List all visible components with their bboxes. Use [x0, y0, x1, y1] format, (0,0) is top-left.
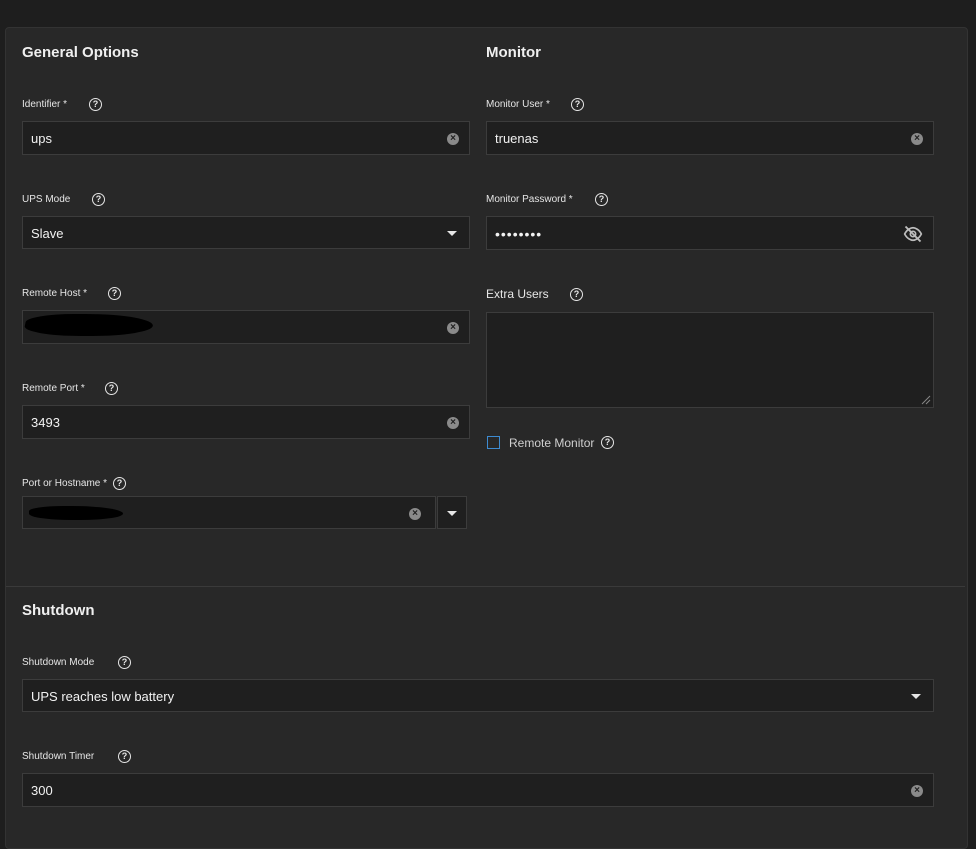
shutdown-mode-value: UPS reaches low battery: [31, 689, 175, 704]
shutdown-timer-label: Shutdown Timer: [22, 751, 95, 762]
port-or-hostname-dropdown-button[interactable]: [437, 496, 467, 529]
ups-mode-label: UPS Mode: [22, 194, 71, 205]
identifier-value: ups: [31, 131, 52, 146]
general-options-title: General Options: [22, 44, 139, 61]
identifier-clear-icon[interactable]: ×: [447, 133, 459, 145]
shutdown-timer-help-icon[interactable]: ?: [118, 750, 131, 763]
remote-host-clear-icon[interactable]: ×: [447, 322, 459, 334]
ups-mode-help-icon[interactable]: ?: [92, 193, 105, 206]
monitor-user-help-icon[interactable]: ?: [571, 98, 584, 111]
eye-off-icon[interactable]: [903, 224, 923, 244]
remote-monitor-label[interactable]: Remote Monitor: [509, 436, 594, 450]
port-or-hostname-clear-icon[interactable]: ×: [409, 508, 421, 520]
remote-host-help-icon[interactable]: ?: [108, 287, 121, 300]
remote-port-clear-icon[interactable]: ×: [447, 417, 459, 429]
remote-host-label: Remote Host *: [22, 288, 88, 299]
remote-port-value: 3493: [31, 415, 60, 430]
monitor-user-clear-icon[interactable]: ×: [911, 133, 923, 145]
extra-users-label: Extra Users: [486, 287, 549, 301]
monitor-password-help-icon[interactable]: ?: [595, 193, 608, 206]
monitor-password-label: Monitor Password *: [486, 194, 573, 205]
shutdown-mode-help-icon[interactable]: ?: [118, 656, 131, 669]
identifier-input[interactable]: ups ×: [22, 121, 470, 155]
remote-port-label: Remote Port *: [22, 383, 85, 394]
identifier-help-icon[interactable]: ?: [89, 98, 102, 111]
remote-port-input[interactable]: 3493 ×: [22, 405, 470, 439]
port-or-hostname-label: Port or Hostname *: [22, 478, 108, 489]
port-or-hostname-help-icon[interactable]: ?: [113, 477, 126, 490]
ups-mode-value: Slave: [31, 226, 64, 241]
shutdown-timer-clear-icon[interactable]: ×: [911, 785, 923, 797]
redaction-mark: [22, 314, 156, 336]
identifier-label: Identifier *: [22, 99, 68, 110]
section-divider: [6, 586, 965, 587]
monitor-title: Monitor: [486, 44, 541, 61]
shutdown-mode-select[interactable]: UPS reaches low battery: [22, 679, 934, 712]
shutdown-title: Shutdown: [22, 602, 95, 619]
shutdown-timer-value: 300: [31, 783, 53, 798]
remote-monitor-checkbox[interactable]: [487, 436, 500, 449]
resize-handle-icon[interactable]: [921, 395, 931, 405]
monitor-password-input[interactable]: ••••••••: [486, 216, 934, 250]
shutdown-mode-label: Shutdown Mode: [22, 657, 95, 668]
monitor-user-label: Monitor User *: [486, 99, 550, 110]
extra-users-textarea[interactable]: [486, 312, 934, 408]
remote-monitor-help-icon[interactable]: ?: [601, 436, 614, 449]
shutdown-timer-input[interactable]: 300 ×: [22, 773, 934, 807]
shutdown-mode-chevron-down-icon: [911, 694, 921, 699]
ups-mode-chevron-down-icon: [447, 231, 457, 236]
ups-mode-select[interactable]: Slave: [22, 216, 470, 249]
remote-host-input[interactable]: ×: [22, 310, 470, 344]
remote-port-help-icon[interactable]: ?: [105, 382, 118, 395]
port-or-hostname-input[interactable]: ×: [22, 496, 436, 529]
port-or-hostname-chevron-down-icon: [447, 511, 457, 516]
monitor-user-input[interactable]: truenas ×: [486, 121, 934, 155]
monitor-password-value: ••••••••: [495, 226, 543, 242]
monitor-user-value: truenas: [495, 131, 539, 146]
redaction-mark: [29, 506, 123, 520]
extra-users-help-icon[interactable]: ?: [570, 288, 583, 301]
